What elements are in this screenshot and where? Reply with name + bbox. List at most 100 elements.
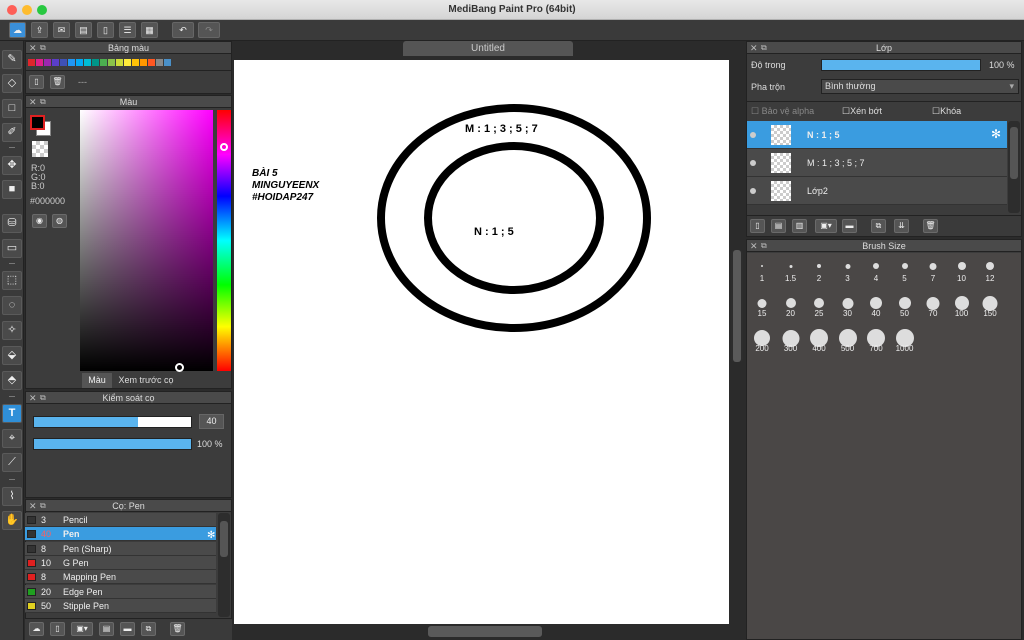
- close-icon[interactable]: ✕: [29, 42, 37, 54]
- move-tool-icon[interactable]: ✥: [2, 156, 22, 175]
- brush-opacity-slider[interactable]: [33, 438, 192, 450]
- brush-list-item[interactable]: 8 Mapping Pen: [25, 570, 216, 585]
- brush-size-option[interactable]: 12: [976, 256, 1004, 284]
- layer-visibility-icon[interactable]: [750, 160, 756, 166]
- palette-swatch[interactable]: [36, 59, 43, 66]
- cloud-brush-icon[interactable]: ☁: [29, 622, 44, 636]
- brush-size-option[interactable]: 10: [948, 256, 976, 284]
- eraser-tool-icon[interactable]: ◇: [2, 74, 22, 93]
- canvas-vertical-scrollbar[interactable]: [731, 250, 743, 362]
- brush-size-option[interactable]: 300: [777, 326, 805, 354]
- palette-swatch[interactable]: [116, 59, 123, 66]
- duplicate-brush-icon[interactable]: ⧉: [141, 622, 156, 636]
- chat-icon[interactable]: ▤: [75, 22, 92, 38]
- new-layer-icon[interactable]: ▯: [750, 219, 765, 233]
- brush-list-item[interactable]: 3 Pencil: [25, 513, 216, 527]
- undo-icon[interactable]: ↶: [172, 22, 194, 38]
- palette-swatch[interactable]: [92, 59, 99, 66]
- select-pen-tool-icon[interactable]: ⬙: [2, 346, 22, 365]
- palette-swatch[interactable]: [76, 59, 83, 66]
- brush-size-option[interactable]: 15: [748, 291, 776, 319]
- brush-size-option[interactable]: 400: [805, 326, 833, 354]
- layer-list-scroll-thumb[interactable]: [1010, 127, 1018, 179]
- brush-size-slider[interactable]: [33, 416, 192, 428]
- brush-size-option[interactable]: 1000: [891, 326, 919, 354]
- brush-size-option[interactable]: 25: [805, 291, 833, 319]
- new-8bit-layer-icon[interactable]: ▤: [771, 219, 786, 233]
- color-wheel-icon[interactable]: ◍: [52, 214, 67, 228]
- merge-layer-icon[interactable]: ⇊: [894, 219, 909, 233]
- detach-icon[interactable]: ⧉: [40, 96, 46, 108]
- brush-list-item[interactable]: 40 Pen: [25, 527, 216, 542]
- palette-swatch[interactable]: [132, 59, 139, 66]
- checklist-icon[interactable]: ☰: [119, 22, 136, 38]
- layer-visibility-icon[interactable]: [750, 132, 756, 138]
- divide-tool-icon[interactable]: ⟋: [2, 453, 22, 472]
- select-rect-tool-icon[interactable]: ⬚: [2, 271, 22, 290]
- operation-tool-icon[interactable]: ⌖: [2, 429, 22, 448]
- brush-size-option[interactable]: 40: [862, 291, 890, 319]
- palette-swatch[interactable]: [84, 59, 91, 66]
- cloud-icon[interactable]: ☁: [9, 22, 26, 38]
- protect-alpha-checkbox[interactable]: ☐ Bảo vệ alpha: [751, 106, 814, 117]
- delete-layer-icon[interactable]: 🗑: [923, 219, 938, 233]
- delete-brush-icon[interactable]: 🗑: [170, 622, 185, 636]
- detach-icon[interactable]: ⧉: [761, 240, 767, 252]
- lasso-tool-icon[interactable]: ◌: [2, 296, 22, 315]
- select-eraser-tool-icon[interactable]: ⬘: [2, 371, 22, 390]
- palette-swatch[interactable]: [52, 59, 59, 66]
- canvas-horizontal-scroll-thumb[interactable]: [428, 626, 542, 637]
- close-icon[interactable]: ✕: [29, 392, 37, 404]
- close-icon[interactable]: ✕: [750, 42, 758, 54]
- layer-row[interactable]: N : 1 ; 5: [747, 121, 1007, 149]
- shape-tool-icon[interactable]: □: [2, 99, 22, 118]
- palette-swatch[interactable]: [44, 59, 51, 66]
- layer-folder-icon[interactable]: ▬: [842, 219, 857, 233]
- brush-properties-icon[interactable]: ▤: [99, 622, 114, 636]
- brush-size-option[interactable]: 4: [862, 256, 890, 284]
- palette-picker-icon[interactable]: ◉: [32, 214, 47, 228]
- dot-tool-icon[interactable]: ✐: [2, 123, 22, 142]
- blend-mode-select[interactable]: Bình thường ▾: [821, 79, 1019, 94]
- new-1bit-layer-icon[interactable]: ▥: [792, 219, 807, 233]
- brush-size-option[interactable]: 200: [748, 326, 776, 354]
- close-icon[interactable]: ✕: [29, 500, 37, 512]
- add-brush-dropdown-icon[interactable]: ▣▾: [71, 622, 93, 636]
- document-icon[interactable]: ▯: [97, 22, 114, 38]
- layer-opacity-slider[interactable]: [821, 59, 981, 71]
- brush-size-option[interactable]: 150: [976, 291, 1004, 319]
- close-icon[interactable]: ✕: [29, 96, 37, 108]
- palette-swatch[interactable]: [28, 59, 35, 66]
- new-palette-icon[interactable]: ▯: [29, 75, 44, 89]
- close-icon[interactable]: ✕: [750, 240, 758, 252]
- detach-icon[interactable]: ⧉: [761, 42, 767, 54]
- brush-size-option[interactable]: 20: [777, 291, 805, 319]
- transparent-color-swatch[interactable]: [32, 141, 48, 157]
- drawing-canvas[interactable]: BÀI 5 MINGUYEENX #HOIDAP247 M : 1 ; 3 ; …: [234, 60, 729, 624]
- tab-color[interactable]: Màu: [82, 373, 112, 388]
- palette-swatch[interactable]: [164, 59, 171, 66]
- brush-list-scrollbar[interactable]: [218, 513, 230, 617]
- palette-swatch[interactable]: [108, 59, 115, 66]
- layer-row[interactable]: Lớp2: [747, 177, 1007, 205]
- brush-folder-icon[interactable]: ▬: [120, 622, 135, 636]
- brush-size-option[interactable]: 700: [862, 326, 890, 354]
- brush-size-option[interactable]: 100: [948, 291, 976, 319]
- layer-visibility-icon[interactable]: [750, 188, 756, 194]
- delete-palette-icon[interactable]: 🗑: [50, 75, 65, 89]
- layer-list-scrollbar[interactable]: [1008, 121, 1020, 213]
- eyedropper-tool-icon[interactable]: ⌇: [2, 487, 22, 506]
- brush-list-scroll-thumb[interactable]: [220, 521, 228, 557]
- duplicate-layer-icon[interactable]: ⧉: [871, 219, 886, 233]
- palette-swatch[interactable]: [148, 59, 155, 66]
- brush-size-option[interactable]: 1.5: [777, 256, 805, 284]
- brush-size-option[interactable]: 2: [805, 256, 833, 284]
- bucket-tool-icon[interactable]: ⛁: [2, 214, 22, 233]
- brush-size-option[interactable]: 3: [834, 256, 862, 284]
- brush-size-option[interactable]: 30: [834, 291, 862, 319]
- hand-tool-icon[interactable]: ✋: [2, 511, 22, 530]
- palette-swatch[interactable]: [156, 59, 163, 66]
- brush-list-item[interactable]: 50 Stipple Pen: [25, 598, 216, 613]
- redo-icon[interactable]: ↷: [198, 22, 220, 38]
- magic-wand-tool-icon[interactable]: ✧: [2, 321, 22, 340]
